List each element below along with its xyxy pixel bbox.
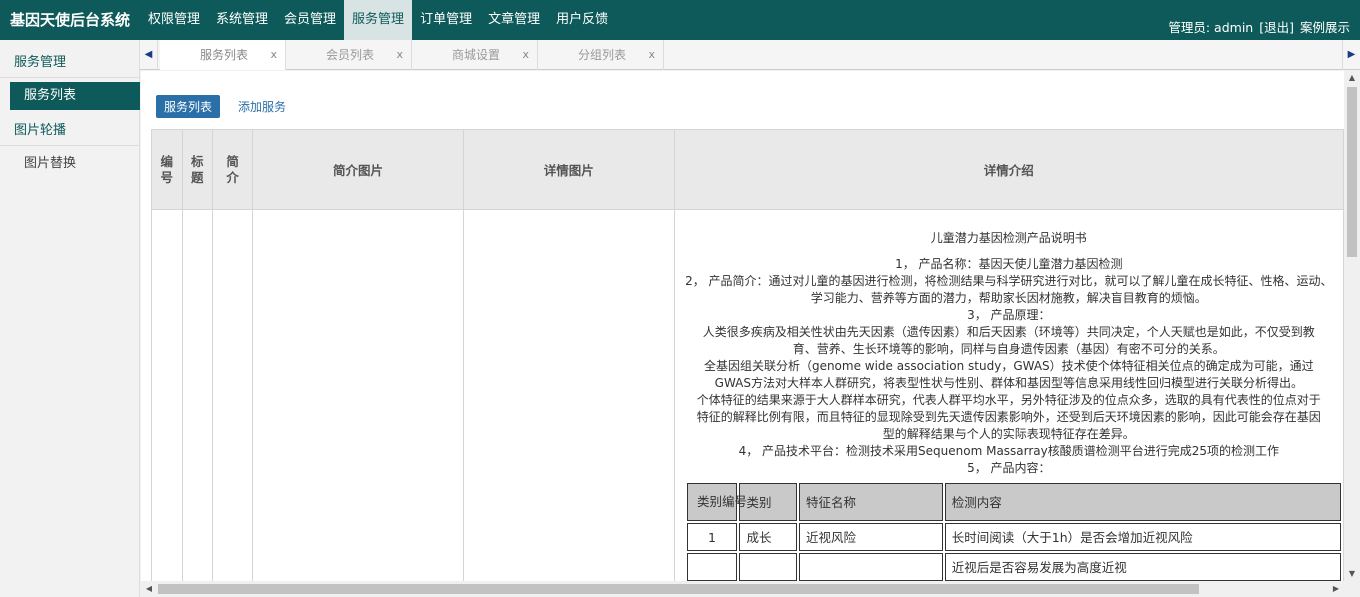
detail-line: 全基因组关联分析（genome wide association study，G… <box>703 359 1314 373</box>
scroll-up-icon[interactable]: ▲ <box>1344 71 1360 85</box>
sidebar-group-service[interactable]: 服务管理 <box>0 40 139 78</box>
service-list-button[interactable]: 服务列表 <box>156 95 221 118</box>
feature-table-header: 类别编号 类别 特征名称 检测内容 <box>686 483 1341 521</box>
sidebar: 服务管理 服务列表 图片轮播 图片替换 <box>0 40 140 597</box>
horizontal-scroll-thumb[interactable] <box>158 584 1199 594</box>
top-bar: 基因天使后台系统 权限管理 系统管理 会员管理 服务管理 订单管理 文章管理 用… <box>0 0 1360 40</box>
app-title: 基因天使后台系统 <box>10 11 131 29</box>
feature-table: 类别编号 类别 特征名称 检测内容 1 成长 近视风险 长时间阅读（大于1h）是… <box>685 481 1343 581</box>
cell-feature-name: 近视风险 <box>798 523 943 551</box>
detail-line: 4， 产品技术平台：检测技术采用Sequenom Massarray核酸质谱检测… <box>738 444 1280 458</box>
vertical-scroll-thumb[interactable] <box>1347 87 1357 257</box>
sub-nav: 服务列表 添加服务 <box>156 95 286 118</box>
col-header-category: 类别 <box>739 483 797 521</box>
tab-label: 服务列表 <box>200 48 249 62</box>
tab-label: 分组列表 <box>578 48 627 62</box>
vertical-scrollbar[interactable]: ▲ ▼ <box>1344 71 1360 581</box>
tab-label: 商城设置 <box>452 48 501 62</box>
table-row: 1 成长 近视风险 长时间阅读（大于1h）是否会增加近视风险 <box>686 523 1341 551</box>
close-icon[interactable]: x <box>396 40 403 70</box>
cell-intro-image <box>252 209 464 581</box>
nav-member[interactable]: 会员管理 <box>276 0 344 40</box>
cell-category-id <box>686 553 738 581</box>
cell-detail-intro: 儿童潜力基因检测产品说明书 1， 产品名称：基因天使儿童潜力基因检测 2， 产品… <box>673 209 1344 581</box>
cell-id <box>151 209 183 581</box>
col-header-intro-image: 简介图片 <box>252 129 464 210</box>
nav-feedback[interactable]: 用户反馈 <box>548 0 616 40</box>
tab-label: 会员列表 <box>326 48 375 62</box>
detail-line: 3， 产品原理： <box>967 308 1051 322</box>
tab-bar: ◀ 服务列表 x 会员列表 x 商城设置 x 分组列表 x ▶ <box>140 40 1360 70</box>
col-header-test-content: 检测内容 <box>944 483 1341 521</box>
tab-member-list[interactable]: 会员列表 x <box>286 40 412 70</box>
col-header-feature-name: 特征名称 <box>798 483 943 521</box>
nav-service[interactable]: 服务管理 <box>344 0 413 40</box>
col-header-detail-intro: 详情介绍 <box>673 129 1344 210</box>
detail-line: 5， 产品内容： <box>967 461 1051 475</box>
col-header-intro: 简介 <box>211 129 254 210</box>
add-service-link[interactable]: 添加服务 <box>238 98 286 115</box>
left-arrow-icon[interactable]: ◀ <box>140 40 158 70</box>
detail-line: GWAS方法对大样本人群研究，将表型性状与性别、群体和基因型等信息采用线性回归模… <box>714 376 1303 390</box>
scroll-down-icon[interactable]: ▼ <box>1344 567 1360 581</box>
cell-test-content: 长时间阅读（大于1h）是否会增加近视风险 <box>944 523 1341 551</box>
cell-title <box>181 209 213 581</box>
user-area: 管理员: admin [退出] 案例展示 <box>1168 17 1350 36</box>
content-area: 服务列表 添加服务 编号 标题 简介 简介图片 详情图片 详情介绍 儿童潜力基因… <box>141 71 1344 581</box>
tab-group-list[interactable]: 分组列表 x <box>538 40 664 70</box>
scroll-left-icon[interactable]: ◀ <box>141 581 157 597</box>
cell-category: 成长 <box>739 523 797 551</box>
logout-link[interactable]: [退出] <box>1259 17 1294 36</box>
close-icon[interactable]: x <box>270 40 277 70</box>
table-header-row: 编号 标题 简介 简介图片 详情图片 详情介绍 <box>151 129 1344 210</box>
nav-order[interactable]: 订单管理 <box>412 0 480 40</box>
col-header-detail-image: 详情图片 <box>462 129 675 210</box>
case-show-link[interactable]: 案例展示 <box>1300 17 1350 36</box>
nav-article[interactable]: 文章管理 <box>480 0 548 40</box>
top-nav: 权限管理 系统管理 会员管理 服务管理 订单管理 文章管理 用户反馈 <box>140 0 616 40</box>
detail-line: 1， 产品名称：基因天使儿童潜力基因检测 <box>895 257 1123 271</box>
sidebar-item-service-list[interactable]: 服务列表 <box>10 82 140 110</box>
service-table: 编号 标题 简介 简介图片 详情图片 详情介绍 儿童潜力基因检测产品说明书 1，… <box>151 129 1344 581</box>
detail-line: 型的解释结果与个人的实际表现特征存在差异。 <box>882 427 1135 441</box>
scroll-corner <box>1344 581 1360 597</box>
cell-detail-image <box>462 209 675 581</box>
cell-category <box>739 553 797 581</box>
detail-heading: 儿童潜力基因检测产品说明书 <box>930 231 1087 245</box>
admin-label: 管理员: admin <box>1168 20 1254 35</box>
cell-category-id: 1 <box>686 523 738 551</box>
sidebar-group-carousel[interactable]: 图片轮播 <box>0 108 139 146</box>
col-header-title: 标题 <box>181 129 213 210</box>
tabs: 服务列表 x 会员列表 x 商城设置 x 分组列表 x <box>160 40 664 70</box>
nav-system[interactable]: 系统管理 <box>208 0 276 40</box>
detail-line: 育、营养、生长环境等的影响，同样与自身遗传因素（基因）有密不可分的关系。 <box>792 342 1225 356</box>
detail-line: 学习能力、营养等方面的潜力，帮助家长因材施教，解决盲目教育的烦恼。 <box>810 291 1207 305</box>
scroll-right-icon[interactable]: ▶ <box>1328 581 1344 597</box>
detail-line: 特征的解释比例有限，而且特征的显现除受到先天遗传因素影响外，还受到后天环境因素的… <box>696 410 1321 424</box>
table-row: 儿童潜力基因检测产品说明书 1， 产品名称：基因天使儿童潜力基因检测 2， 产品… <box>151 209 1344 581</box>
detail-line: 个体特征的结果来源于大人群样本研究，代表人群平均水平，另外特征涉及的位点众多，选… <box>696 393 1321 407</box>
detail-text: 儿童潜力基因检测产品说明书 1， 产品名称：基因天使儿童潜力基因检测 2， 产品… <box>675 210 1343 581</box>
col-header-category-id: 类别编号 <box>686 483 747 521</box>
detail-line: 2， 产品简介：通过对儿童的基因进行检测，将检测结果与科学研究进行对比，就可以了… <box>685 274 1333 288</box>
col-header-id: 编号 <box>151 129 183 210</box>
cell-test-content: 近视后是否容易发展为高度近视 <box>944 553 1341 581</box>
close-icon[interactable]: x <box>522 40 529 70</box>
tab-service-list[interactable]: 服务列表 x <box>160 40 286 70</box>
detail-line: 人类很多疾病及相关性状由先天因素（遗传因素）和后天因素（环境等）共同决定，个人天… <box>702 325 1315 339</box>
sidebar-item-image-replace[interactable]: 图片替换 <box>10 150 140 178</box>
nav-permission[interactable]: 权限管理 <box>140 0 208 40</box>
horizontal-scrollbar[interactable]: ◀ ▶ <box>141 581 1344 597</box>
table-row: 近视后是否容易发展为高度近视 <box>686 553 1341 581</box>
right-arrow-icon[interactable]: ▶ <box>1342 40 1360 70</box>
cell-intro <box>211 209 254 581</box>
cell-feature-name <box>798 553 943 581</box>
tab-mall-settings[interactable]: 商城设置 x <box>412 40 538 70</box>
close-icon[interactable]: x <box>648 40 655 70</box>
